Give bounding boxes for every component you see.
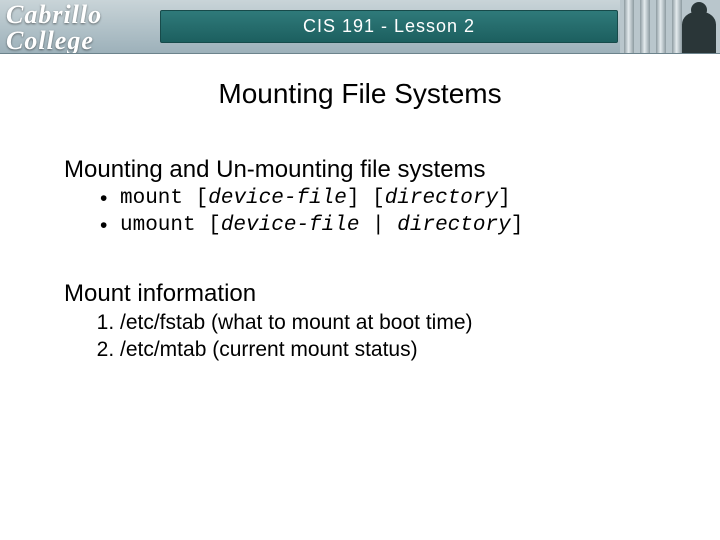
college-logo: Cabrillo College est. 1959 xyxy=(6,2,156,50)
logo-text: Cabrillo College xyxy=(6,2,156,54)
command-umount: umount [device-file | directory] xyxy=(100,213,656,240)
header-photo xyxy=(620,0,720,54)
course-title: CIS 191 - Lesson 2 xyxy=(303,16,475,37)
person-silhouette-icon xyxy=(682,12,716,54)
section-heading-mounting: Mounting and Un-mounting file systems xyxy=(64,156,656,184)
info-item-fstab: /etc/fstab (what to mount at boot time) xyxy=(120,310,656,337)
slide: Cabrillo College est. 1959 CIS 191 - Les… xyxy=(0,0,720,540)
course-title-bar: CIS 191 - Lesson 2 xyxy=(160,10,618,43)
info-list: /etc/fstab (what to mount at boot time) … xyxy=(120,310,656,364)
slide-content: Mounting File Systems Mounting and Un-mo… xyxy=(0,54,720,364)
logo-est: est. 1959 xyxy=(38,52,156,54)
header-banner: Cabrillo College est. 1959 CIS 191 - Les… xyxy=(0,0,720,54)
info-item-mtab: /etc/mtab (current mount status) xyxy=(120,337,656,364)
command-list: mount [device-file] [directory] umount [… xyxy=(100,186,656,240)
section-heading-info: Mount information xyxy=(64,280,656,308)
slide-title: Mounting File Systems xyxy=(64,78,656,110)
command-mount: mount [device-file] [directory] xyxy=(100,186,656,213)
